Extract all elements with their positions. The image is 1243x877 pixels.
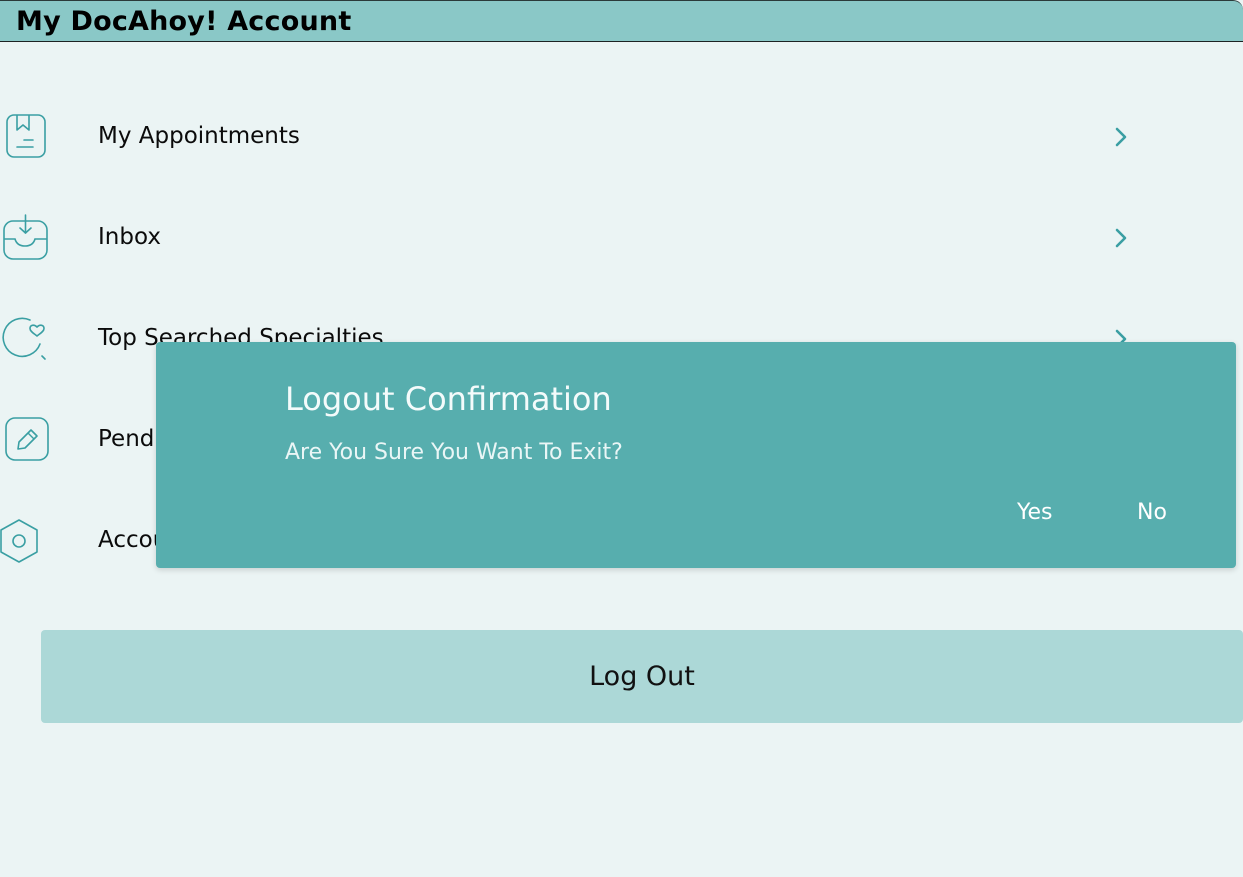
bookmark-list-icon [6, 114, 46, 158]
heart-search-icon [2, 317, 46, 360]
logout-button[interactable]: Log Out [41, 630, 1243, 723]
inbox-download-icon [3, 214, 48, 260]
page-title: My DocAhoy! Account [16, 6, 352, 37]
no-button[interactable]: No [1137, 500, 1167, 525]
dialog-message: Are You Sure You Want To Exit? [285, 440, 623, 465]
menu-item-inbox[interactable]: Inbox [0, 193, 1243, 283]
chevron-right-icon [1115, 228, 1127, 248]
dialog-title: Logout Confirmation [285, 380, 612, 418]
logout-confirmation-dialog: Logout Confirmation Are You Sure You Wan… [156, 342, 1236, 568]
menu-item-label: My Appointments [98, 123, 300, 149]
app-header: My DocAhoy! Account [0, 0, 1243, 42]
chevron-right-icon [1115, 127, 1127, 147]
hexagon-settings-icon [0, 519, 38, 563]
menu-item-appointments[interactable]: My Appointments [0, 92, 1243, 182]
edit-pencil-icon [5, 417, 49, 461]
menu-item-label: Inbox [98, 224, 161, 250]
yes-button[interactable]: Yes [1017, 500, 1053, 525]
